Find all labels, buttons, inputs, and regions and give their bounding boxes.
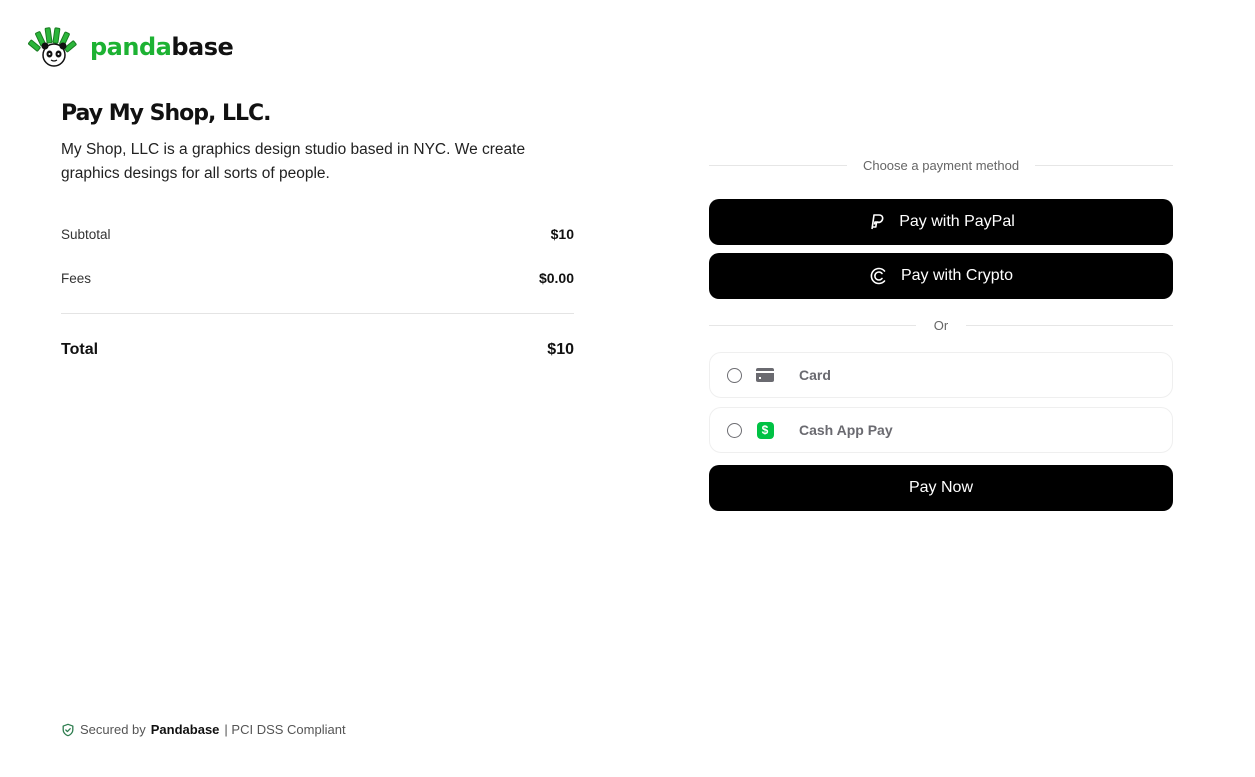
cash-app-icon-wrap: $ — [756, 421, 774, 439]
shop-title: Pay My Shop, LLC. — [61, 101, 272, 126]
subtotal-label: Subtotal — [61, 226, 111, 242]
card-radio[interactable] — [727, 367, 742, 383]
subtotal-value: $10 — [550, 226, 574, 242]
divider-line — [966, 324, 1174, 326]
subtotal-row: Subtotal $10 — [61, 224, 574, 244]
cash-app-icon: $ — [756, 421, 774, 439]
pay-now-button[interactable]: Pay Now — [709, 465, 1173, 511]
fees-value: $0.00 — [538, 270, 574, 286]
cash-app-option-label: Cash App Pay — [799, 422, 893, 438]
divider-line — [709, 164, 847, 166]
shop-description: My Shop, LLC is a graphics design studio… — [61, 141, 526, 182]
pandabase-logo[interactable]: pandabase — [28, 26, 234, 68]
crypto-icon — [870, 267, 886, 285]
order-summary: Subtotal $10 Fees $0.00 Total $10 — [61, 224, 574, 360]
paypal-button-label: Pay with PayPal — [899, 213, 1015, 230]
total-label: Total — [61, 341, 99, 358]
panda-logo-icon — [28, 27, 77, 67]
fees-label: Fees — [61, 270, 92, 286]
footer-brand-link[interactable]: Pandabase — [151, 722, 220, 737]
pay-now-label: Pay Now — [908, 479, 974, 496]
total-row: Total $10 — [61, 340, 574, 360]
security-footer: Secured by Pandabase | PCI DSS Compliant — [61, 722, 346, 737]
compliance-text: | PCI DSS Compliant — [224, 722, 346, 737]
divider-line — [709, 324, 916, 326]
summary-divider — [61, 313, 574, 314]
card-option-label: Card — [799, 367, 831, 383]
total-value: $10 — [547, 341, 574, 358]
brand-wordmark: pandabase — [90, 33, 234, 61]
payment-option-cash-app[interactable]: $ Cash App Pay — [709, 407, 1173, 453]
paypal-icon — [871, 214, 884, 230]
shield-check-icon — [62, 723, 74, 736]
cash-app-radio[interactable] — [727, 422, 742, 438]
payment-method-heading-text: Choose a payment method — [862, 157, 1020, 173]
pay-with-paypal-button[interactable]: Pay with PayPal — [709, 199, 1173, 245]
or-divider: Or — [709, 315, 1174, 335]
order-panel: Pay My Shop, LLC. My Shop, LLC is a grap… — [61, 100, 574, 360]
or-text: Or — [933, 317, 949, 333]
pay-with-crypto-button[interactable]: Pay with Crypto — [709, 253, 1173, 299]
payment-option-card[interactable]: Card — [709, 352, 1173, 398]
divider-line — [1035, 164, 1174, 166]
payment-method-heading: Choose a payment method — [709, 155, 1174, 175]
payment-panel: Choose a payment method Pay with PayPal … — [709, 155, 1174, 511]
secured-by-text: Secured by — [80, 722, 146, 737]
fees-row: Fees $0.00 — [61, 268, 574, 288]
credit-card-icon — [756, 366, 774, 384]
crypto-button-label: Pay with Crypto — [900, 267, 1014, 284]
